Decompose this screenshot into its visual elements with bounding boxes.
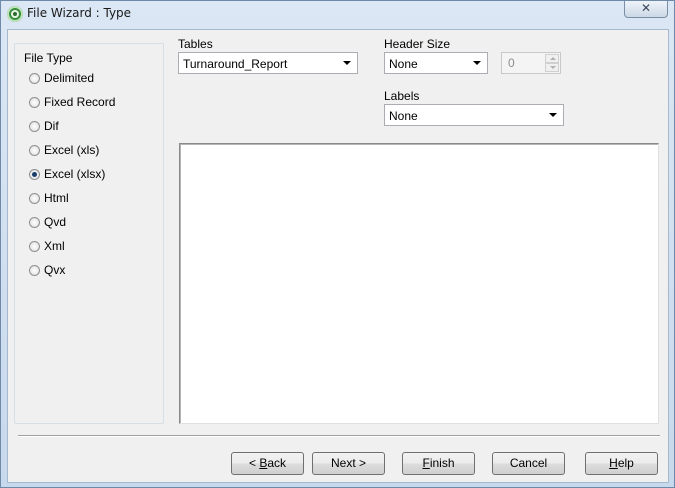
radio-qvx[interactable]: Qvx — [29, 262, 65, 278]
back-button[interactable]: < Back — [231, 452, 304, 475]
cancel-button-label: Cancel — [509, 456, 548, 470]
header-size-dropdown-value: None — [389, 57, 418, 71]
radio-button-icon[interactable] — [29, 72, 40, 84]
file-type-group: File Type Delimited Fixed Record Dif Exc… — [14, 43, 164, 424]
finish-button-rest: inish — [429, 456, 455, 470]
next-button[interactable]: Next > — [312, 452, 385, 475]
radio-html[interactable]: Html — [29, 190, 69, 206]
help-button[interactable]: Help — [585, 452, 658, 475]
labels-label: Labels — [384, 89, 420, 103]
file-wizard-window: File Wizard : Type ✕ File Type Delimited… — [0, 0, 675, 488]
chevron-down-icon[interactable] — [549, 113, 557, 117]
chevron-down-icon[interactable] — [343, 61, 351, 65]
radio-label: Qvx — [44, 263, 66, 277]
tables-dropdown-value: Turnaround_Report — [183, 57, 288, 71]
chevron-down-icon[interactable] — [473, 61, 481, 65]
radio-fixed-record[interactable]: Fixed Record — [29, 94, 115, 110]
radio-label: Excel (xlsx) — [44, 167, 106, 181]
radio-label: Delimited — [44, 71, 95, 85]
labels-dropdown[interactable]: None — [384, 104, 564, 126]
window-title: File Wizard : Type — [27, 6, 132, 20]
radio-button-icon[interactable] — [29, 120, 40, 132]
radio-xml[interactable]: Xml — [29, 238, 65, 254]
finish-button-mnemonic: F — [422, 456, 430, 470]
spin-down-icon — [545, 63, 559, 72]
radio-excel-xls[interactable]: Excel (xls) — [29, 142, 99, 158]
radio-button-icon[interactable] — [29, 192, 40, 204]
radio-label: Qvd — [44, 215, 67, 229]
header-size-spinner-value: 0 — [508, 56, 515, 70]
radio-button-icon[interactable] — [29, 216, 40, 228]
radio-qvd[interactable]: Qvd — [29, 214, 66, 230]
spin-up-icon — [545, 54, 559, 63]
help-button-rest: elp — [617, 456, 634, 470]
header-size-label: Header Size — [384, 37, 451, 51]
qlikview-app-icon — [7, 6, 23, 22]
tables-label: Tables — [178, 37, 213, 51]
header-size-spinner: 0 — [501, 52, 561, 74]
tables-dropdown[interactable]: Turnaround_Report — [178, 52, 358, 74]
radio-label: Excel (xls) — [44, 143, 100, 157]
radio-button-icon[interactable] — [29, 240, 40, 252]
radio-excel-xlsx[interactable]: Excel (xlsx) — [29, 166, 105, 182]
next-button-label: Next > — [330, 456, 366, 470]
radio-button-checked-icon[interactable] — [29, 168, 40, 180]
help-button-mnemonic: H — [609, 456, 618, 470]
footer-separator — [18, 435, 660, 437]
radio-button-icon[interactable] — [29, 264, 40, 276]
radio-dif[interactable]: Dif — [29, 118, 59, 134]
file-preview-pane[interactable] — [179, 143, 659, 424]
title-bar[interactable]: File Wizard : Type ✕ — [1, 1, 674, 27]
back-button-rest: ack — [267, 456, 287, 470]
close-button[interactable]: ✕ — [624, 1, 668, 18]
dialog-body: File Type Delimited Fixed Record Dif Exc… — [7, 29, 669, 483]
back-button-prefix: < — [248, 456, 260, 470]
labels-dropdown-value: None — [389, 109, 418, 123]
radio-label: Dif — [44, 119, 59, 133]
file-type-group-label: File Type — [22, 51, 75, 65]
header-size-dropdown[interactable]: None — [384, 52, 488, 74]
radio-label: Fixed Record — [44, 95, 116, 109]
close-icon: ✕ — [640, 1, 652, 15]
radio-label: Html — [44, 191, 69, 205]
radio-button-icon[interactable] — [29, 144, 40, 156]
finish-button[interactable]: Finish — [402, 452, 475, 475]
cancel-button[interactable]: Cancel — [492, 452, 565, 475]
radio-delimited[interactable]: Delimited — [29, 70, 94, 86]
radio-label: Xml — [44, 239, 65, 253]
radio-button-icon[interactable] — [29, 96, 40, 108]
